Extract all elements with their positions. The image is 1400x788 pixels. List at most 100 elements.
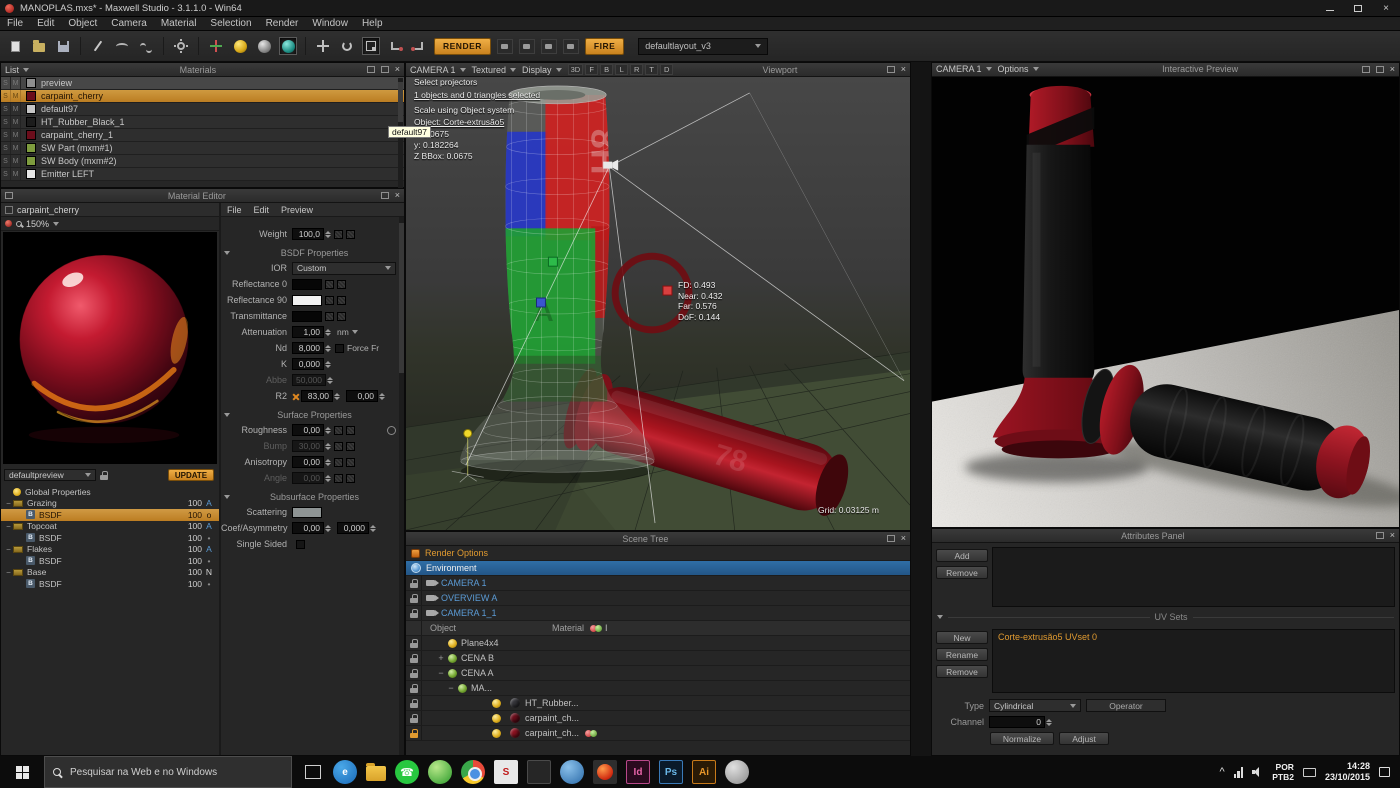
taskbar-app-icon[interactable] <box>593 760 617 784</box>
material-row[interactable]: S M SW Body (mxm#2) <box>1 155 404 168</box>
menu-item[interactable]: Camera <box>104 18 154 29</box>
material-layer-row[interactable]: − Flakes 100 A <box>1 544 219 556</box>
view-button[interactable]: T <box>645 64 658 75</box>
axes-icon[interactable] <box>207 37 225 55</box>
language-indicator[interactable]: POR PTB2 <box>1272 762 1294 782</box>
close-panel-icon[interactable]: × <box>1390 65 1395 74</box>
texture-slot-icon[interactable] <box>325 296 334 305</box>
reflectance90-color[interactable] <box>292 295 322 306</box>
attenuation-input[interactable]: 1,00 <box>292 326 324 338</box>
weight-stepper[interactable] <box>325 231 331 238</box>
mute-toggle[interactable]: M <box>11 155 21 167</box>
lock-toggle[interactable] <box>406 576 422 590</box>
taskbar-app-icon[interactable]: Ai <box>692 760 716 784</box>
close-panel-icon[interactable]: × <box>901 65 906 74</box>
lock-toggle[interactable] <box>406 681 422 695</box>
material-preview-image[interactable] <box>3 232 217 464</box>
operator-dropdown[interactable]: Operator <box>1086 699 1166 712</box>
anisotropy-input[interactable]: 0,00 <box>292 456 324 468</box>
close-panel-icon[interactable]: × <box>901 534 906 543</box>
uv-tool-icon[interactable] <box>279 37 297 55</box>
expander[interactable]: − <box>4 568 13 577</box>
close-button[interactable]: × <box>1372 0 1400 16</box>
taskbar-app-icon[interactable]: Id <box>626 760 650 784</box>
material-row[interactable]: S M Emitter LEFT <box>1 168 404 181</box>
scene-object-row[interactable]: − MA... <box>406 681 910 696</box>
taskbar-app-icon[interactable] <box>527 760 551 784</box>
wave-tool-icon[interactable] <box>137 37 155 55</box>
coef-input[interactable]: 0,00 <box>292 522 324 534</box>
layout-dropdown[interactable]: defaultlayout_v3 <box>638 38 768 55</box>
taskbar-app-icon[interactable]: ☎ <box>395 760 419 784</box>
taskbar-app-icon[interactable]: e <box>333 760 357 784</box>
transmittance-color[interactable] <box>292 311 322 322</box>
solo-toggle[interactable]: S <box>1 129 11 141</box>
viewport-3d-area[interactable]: 78 8H A <box>406 77 910 530</box>
ior-dropdown[interactable]: Custom <box>292 262 396 275</box>
mute-toggle[interactable]: M <box>11 129 21 141</box>
open-scene-icon[interactable] <box>30 37 48 55</box>
texture-slot-icon[interactable] <box>337 280 346 289</box>
solo-toggle[interactable]: S <box>1 116 11 128</box>
nd-stepper[interactable] <box>325 345 331 352</box>
rendered-preview-image[interactable] <box>932 77 1399 527</box>
expander[interactable]: − <box>436 668 446 678</box>
lock-toggle[interactable] <box>406 726 422 740</box>
solo-toggle[interactable]: S <box>1 90 11 102</box>
uvset-list[interactable]: Corte-extrusão5 UVset 0 <box>992 629 1395 693</box>
texture-slot-icon[interactable] <box>346 230 355 239</box>
properties-scrollbar[interactable] <box>399 217 404 755</box>
solo-toggle[interactable]: S <box>1 168 11 180</box>
r2b-input[interactable]: 0,00 <box>346 390 378 402</box>
texture-slot-icon[interactable] <box>346 426 355 435</box>
maximize-panel-icon[interactable] <box>1376 66 1384 73</box>
mute-toggle[interactable]: M <box>11 168 21 180</box>
solo-toggle[interactable]: S <box>1 103 11 115</box>
display-dropdown[interactable]: Display <box>522 65 562 75</box>
maximize-panel-icon[interactable] <box>381 66 389 73</box>
shading-mode-dropdown[interactable]: Textured <box>472 65 517 75</box>
search-input[interactable] <box>68 766 283 779</box>
scene-object-row[interactable]: carpaint_ch... <box>406 726 910 741</box>
render-button[interactable]: RENDER <box>434 38 491 55</box>
menu-item[interactable]: Window <box>305 18 355 29</box>
material-layer-row[interactable]: − Grazing 100 A <box>1 498 219 510</box>
snap-right-icon[interactable] <box>410 37 428 55</box>
material-layer-row[interactable]: B BSDF 100 • <box>1 555 219 567</box>
snap-left-icon[interactable] <box>386 37 404 55</box>
material-layer-row[interactable]: − Topcoat 100 A <box>1 521 219 533</box>
fire-button[interactable]: FIRE <box>585 38 624 55</box>
k-stepper[interactable] <box>325 361 331 368</box>
float-panel-icon[interactable] <box>381 192 389 199</box>
list-dropdown[interactable]: List <box>5 65 29 75</box>
lock-toggle[interactable] <box>406 696 422 710</box>
zoom-level[interactable]: 150% <box>26 219 49 229</box>
expander[interactable]: − <box>4 545 13 554</box>
nd-input[interactable]: 8,000 <box>292 342 324 354</box>
scene-object-row[interactable]: HT_Rubber... <box>406 696 910 711</box>
minimize-button[interactable] <box>1316 0 1344 16</box>
material-row[interactable]: S M preview <box>1 77 404 90</box>
channel-input[interactable]: 0 <box>989 716 1045 728</box>
taskbar-app-icon[interactable]: Ps <box>659 760 683 784</box>
uvset-item[interactable]: Corte-extrusão5 UVset 0 <box>993 630 1394 644</box>
pen-tool-icon[interactable] <box>89 37 107 55</box>
material-row[interactable]: S M carpaint_cherry_1 <box>1 129 404 142</box>
menu-item[interactable]: Help <box>355 18 390 29</box>
channel-stepper[interactable] <box>1046 719 1052 726</box>
lock-icon[interactable] <box>100 471 108 480</box>
texture-slot-icon[interactable] <box>334 230 343 239</box>
update-button[interactable]: UPDATE <box>168 469 214 481</box>
refresh-preview-icon[interactable] <box>387 426 396 435</box>
notification-center-icon[interactable] <box>1379 767 1390 777</box>
material-layer-row[interactable]: − Base 100 N <box>1 567 219 579</box>
close-panel-icon[interactable]: × <box>395 65 400 74</box>
scale-handle-green[interactable] <box>548 257 557 266</box>
texture-slot-icon[interactable] <box>334 442 343 451</box>
keyboard-icon[interactable] <box>1303 768 1316 777</box>
solo-toggle[interactable]: S <box>1 77 11 89</box>
add-attribute-button[interactable]: Add <box>936 549 988 562</box>
view-button[interactable]: L <box>615 64 628 75</box>
taskbar-app-icon[interactable] <box>366 766 386 781</box>
editor-menu-item[interactable]: File <box>221 205 248 215</box>
